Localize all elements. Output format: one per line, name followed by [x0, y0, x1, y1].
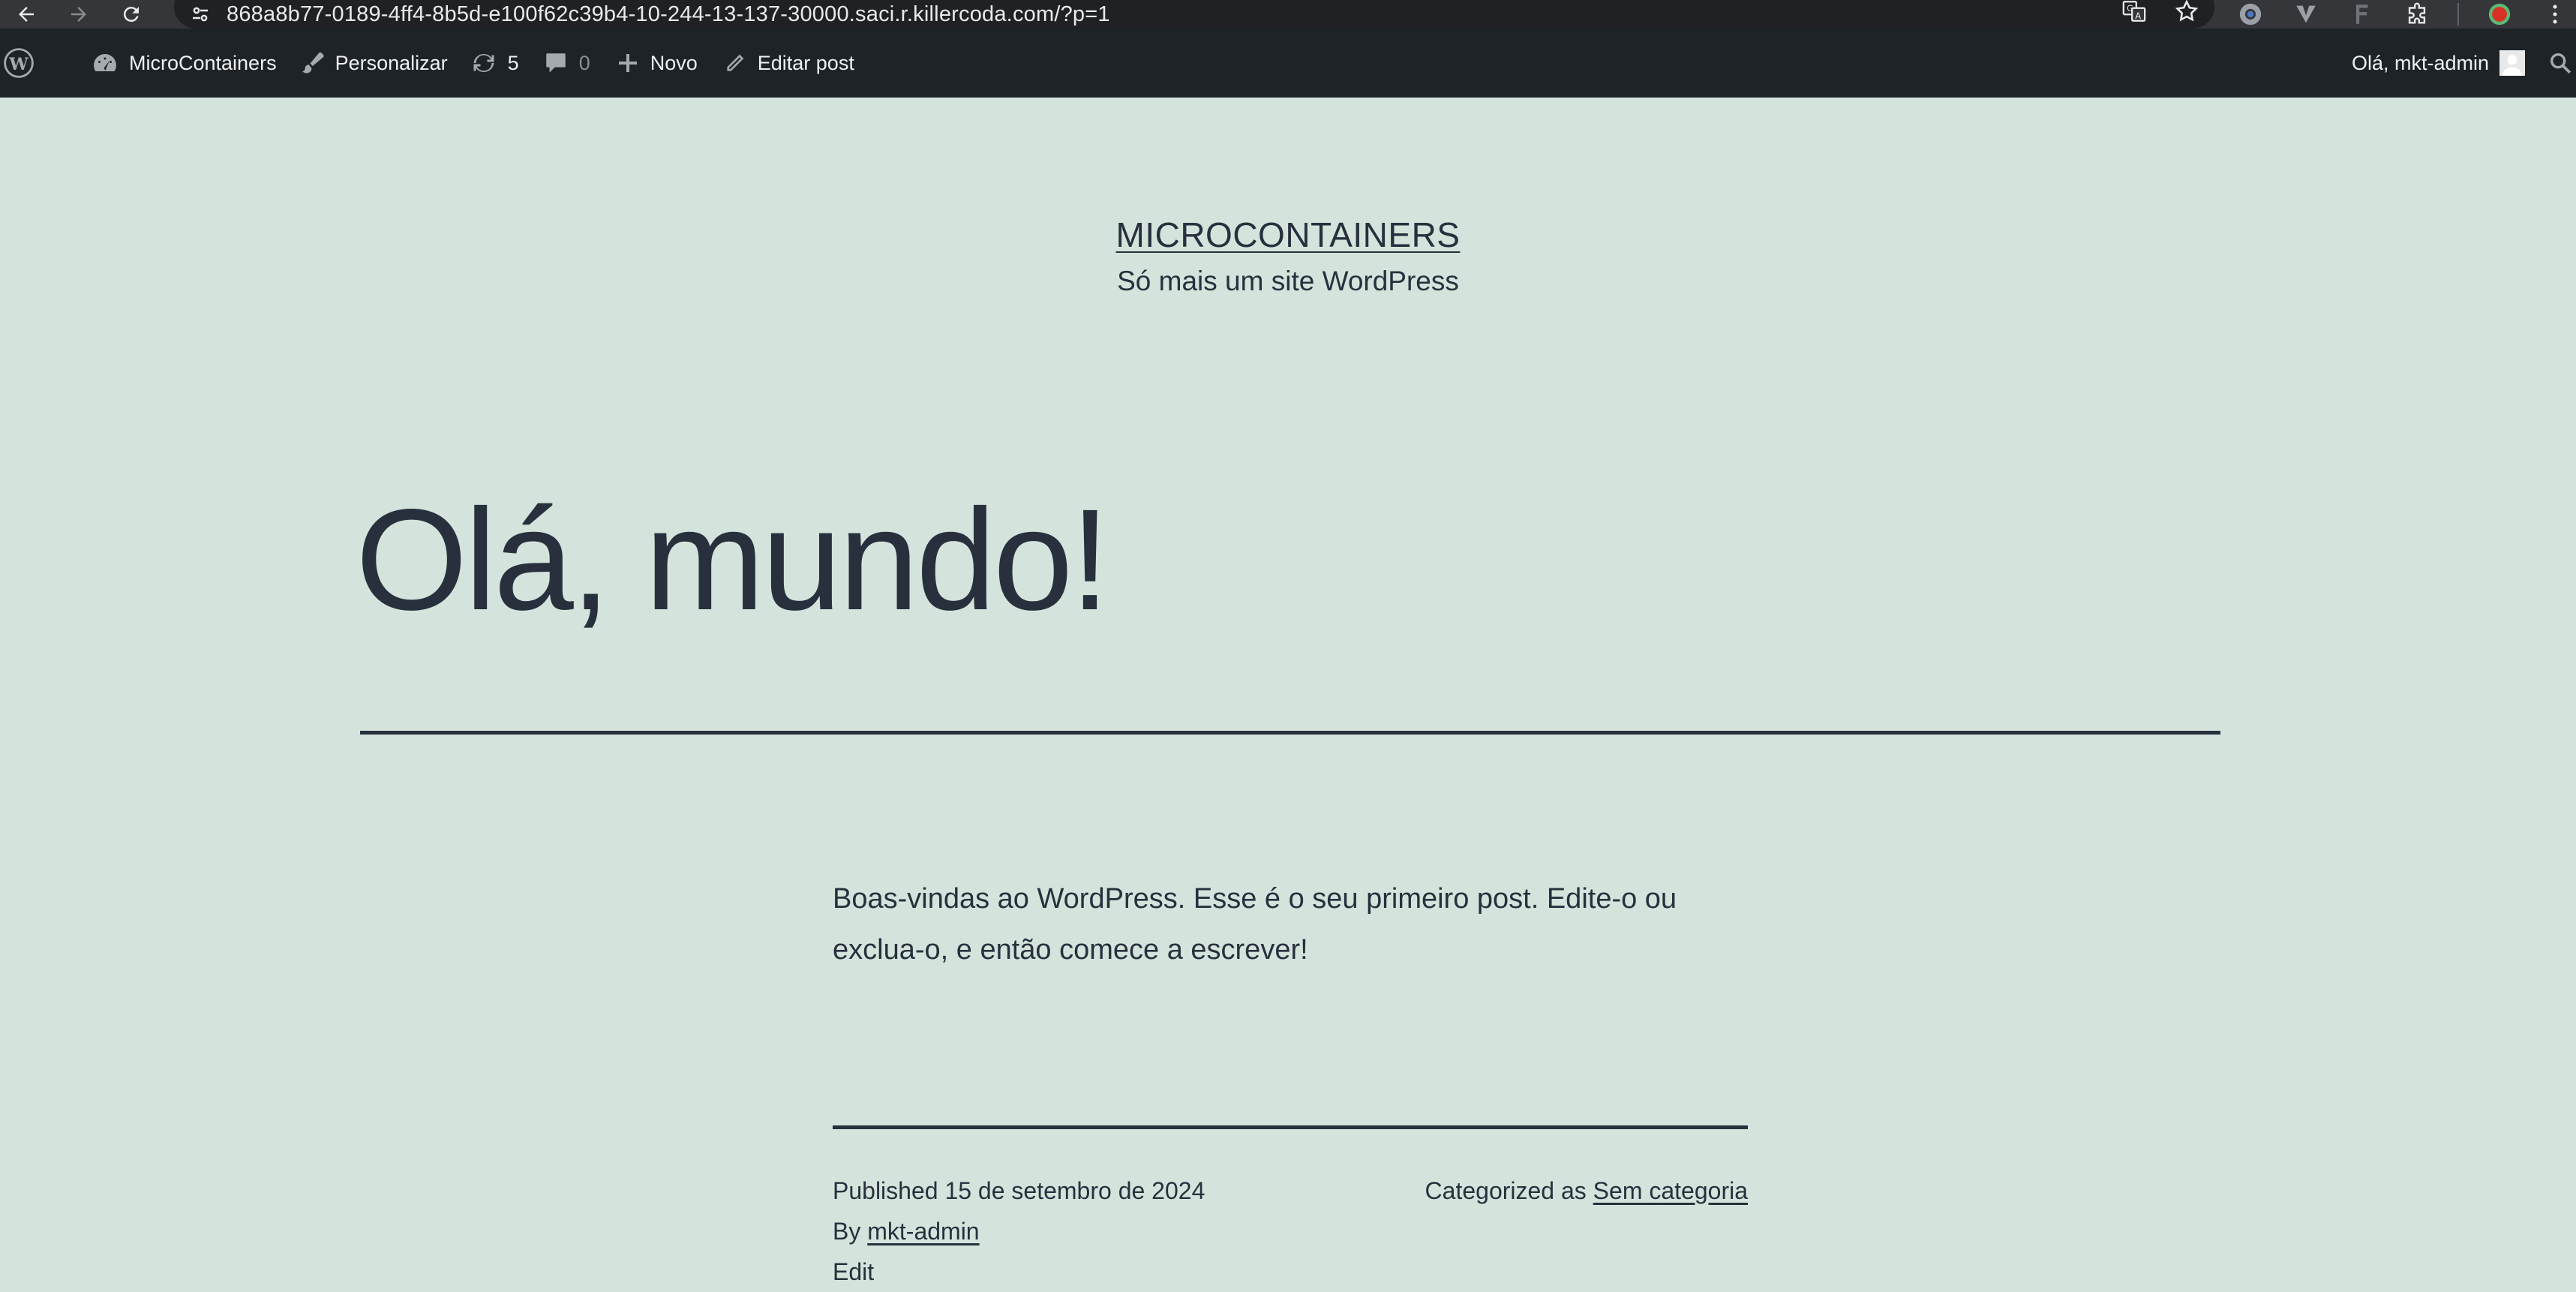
published-label: Published [833, 1177, 938, 1204]
site-title-link[interactable]: MICROCONTAINERS [1116, 215, 1461, 254]
tune-icon [193, 7, 208, 22]
wordpress-logo-button[interactable]: W [0, 29, 51, 98]
site-info-icon[interactable] [174, 0, 227, 29]
post-meta-right: Categorized as Sem categoria [1425, 1170, 1748, 1211]
updates-refresh-icon [473, 53, 494, 73]
title-separator [360, 731, 2220, 735]
site-name-label: MicroContainers [129, 51, 277, 74]
svg-text:A: A [2135, 11, 2141, 21]
forward-button[interactable] [53, 0, 105, 29]
svg-text:W: W [8, 55, 29, 74]
browser-menu-icon[interactable] [2540, 0, 2570, 29]
profile-avatar-icon[interactable] [2484, 0, 2514, 29]
post-content: Boas-vindas ao WordPress. Esse é o seu p… [833, 883, 1677, 966]
search-icon [2550, 53, 2571, 74]
post-title: Olá, mundo! [356, 479, 1110, 640]
by-label: By [833, 1218, 861, 1245]
extensions-area [2235, 0, 2570, 29]
comment-bubble-icon [545, 53, 566, 73]
wp-admin-bar: W MicroContainers Personalizar 5 0 Novo … [0, 29, 2576, 98]
back-button[interactable] [0, 0, 53, 29]
category-link[interactable]: Sem categoria [1593, 1177, 1748, 1204]
reload-button[interactable] [105, 0, 158, 29]
posted-on: Published 15 de setembro de 2024 [833, 1170, 1205, 1211]
edit-post-link[interactable]: Editar post [714, 29, 871, 98]
url-text[interactable]: 868a8b77-0189-4ff4-8b5d-e100f62c39b4-10-… [227, 2, 1110, 27]
paintbrush-icon [302, 52, 324, 74]
browser-toolbar: 868a8b77-0189-4ff4-8b5d-e100f62c39b4-10-… [0, 0, 2576, 29]
arrow-left-icon [19, 7, 34, 22]
arrow-right-icon [71, 7, 86, 22]
published-date: 15 de setembro de 2024 [944, 1177, 1205, 1204]
categorized-label: Categorized as [1425, 1177, 1587, 1204]
user-avatar [2499, 50, 2525, 76]
author-link[interactable]: mkt-admin [867, 1218, 979, 1245]
default-avatar-icon [2499, 50, 2525, 76]
pencil-icon [727, 54, 744, 71]
byline: By mkt-admin [833, 1211, 1205, 1251]
extensions-puzzle-icon[interactable] [2402, 0, 2432, 29]
edit-link[interactable]: Edit [833, 1251, 874, 1292]
dashboard-icon [94, 54, 116, 71]
plus-icon [618, 54, 637, 72]
edit-post-label: Editar post [757, 51, 854, 74]
address-bar[interactable]: 868a8b77-0189-4ff4-8b5d-e100f62c39b4-10-… [174, 0, 2214, 29]
bookmark-star-icon[interactable] [2174, 0, 2199, 30]
new-content-label: Novo [650, 51, 698, 74]
admin-search-button[interactable] [2534, 29, 2576, 98]
site-description: Só mais um site WordPress [1117, 266, 1459, 296]
reload-icon [123, 7, 139, 23]
comments-count: 0 [578, 51, 590, 74]
post-meta-left: Published 15 de setembro de 2024 By mkt-… [833, 1170, 1205, 1251]
updates-count: 5 [507, 51, 519, 74]
comments-link[interactable]: 0 [534, 29, 607, 98]
toolbar-divider [2457, 3, 2459, 26]
site-title: MICROCONTAINERS [0, 215, 2576, 255]
footer-separator [833, 1125, 1748, 1129]
customize-label: Personalizar [335, 51, 448, 74]
account-greeting: Olá, mkt-admin [2351, 51, 2489, 74]
extension-circle-icon[interactable] [2235, 0, 2265, 29]
customize-link[interactable]: Personalizar [293, 29, 464, 98]
extension-v-icon[interactable] [2291, 0, 2321, 29]
site-name-link[interactable]: MicroContainers [51, 29, 293, 98]
extension-f-icon[interactable] [2346, 0, 2376, 29]
wordpress-logo-icon: W [4, 48, 34, 78]
new-content-link[interactable]: Novo [607, 29, 714, 98]
translate-icon[interactable]: GA [2121, 0, 2147, 30]
my-account-link[interactable]: Olá, mkt-admin [2343, 29, 2534, 98]
updates-link[interactable]: 5 [464, 29, 534, 98]
